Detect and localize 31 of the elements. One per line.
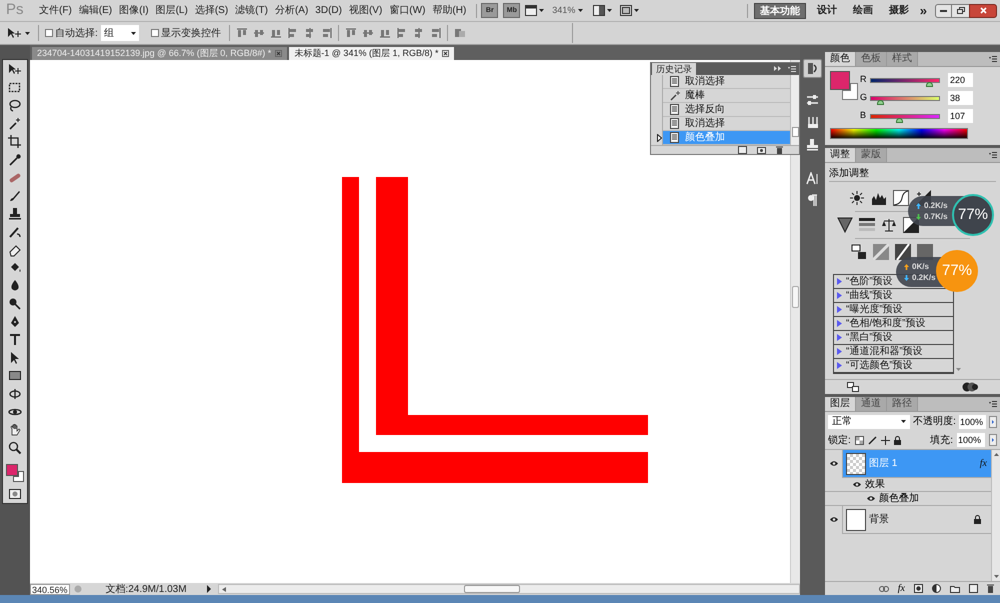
field-label: 锁定:	[828, 434, 851, 448]
preset-label: “色阶”预设	[846, 275, 893, 289]
field-label: 不透明度:	[913, 414, 956, 429]
channel-label: G	[860, 91, 868, 104]
checkbox-label: 自动选择:	[55, 26, 98, 40]
preset-label: “通道混和器”预设	[846, 344, 923, 359]
preset-label: “色相/饱和度”预设	[846, 316, 926, 331]
effects-label: 效果	[865, 478, 885, 492]
history-item-label: 取消选择	[685, 116, 725, 131]
field-label: 填充:	[930, 434, 953, 448]
download-speed: 0.2K/s	[912, 272, 936, 283]
download-speed: 0.7K/s	[924, 211, 948, 222]
history-item-label: 魔棒	[685, 88, 705, 103]
panel-heading: 添加调整	[828, 166, 870, 181]
history-item-label: 选择反向	[685, 102, 725, 117]
fx-label: fx	[980, 457, 987, 471]
channel-label: R	[860, 73, 868, 86]
history-item-label: 颜色叠加	[685, 130, 725, 145]
layer-name: 背景	[869, 512, 890, 527]
preset-label: “可选颜色”预设	[846, 358, 913, 373]
checkbox-label: 显示变换控件	[160, 26, 221, 40]
document-info: 文档:24.9M/1.03M	[104, 584, 188, 594]
upload-speed: 0.2K/s	[924, 200, 948, 211]
history-item-label: 取消选择	[685, 74, 725, 89]
channel-label: B	[860, 109, 868, 122]
upload-speed: 0K/s	[912, 261, 929, 272]
preset-label: “曲线”预设	[846, 288, 893, 303]
layer-name: 图层 1	[869, 457, 898, 471]
preset-label: “曝光度”预设	[846, 302, 903, 317]
preset-label: “黑白”预设	[846, 331, 893, 345]
app-logo: Ps	[6, 0, 25, 20]
